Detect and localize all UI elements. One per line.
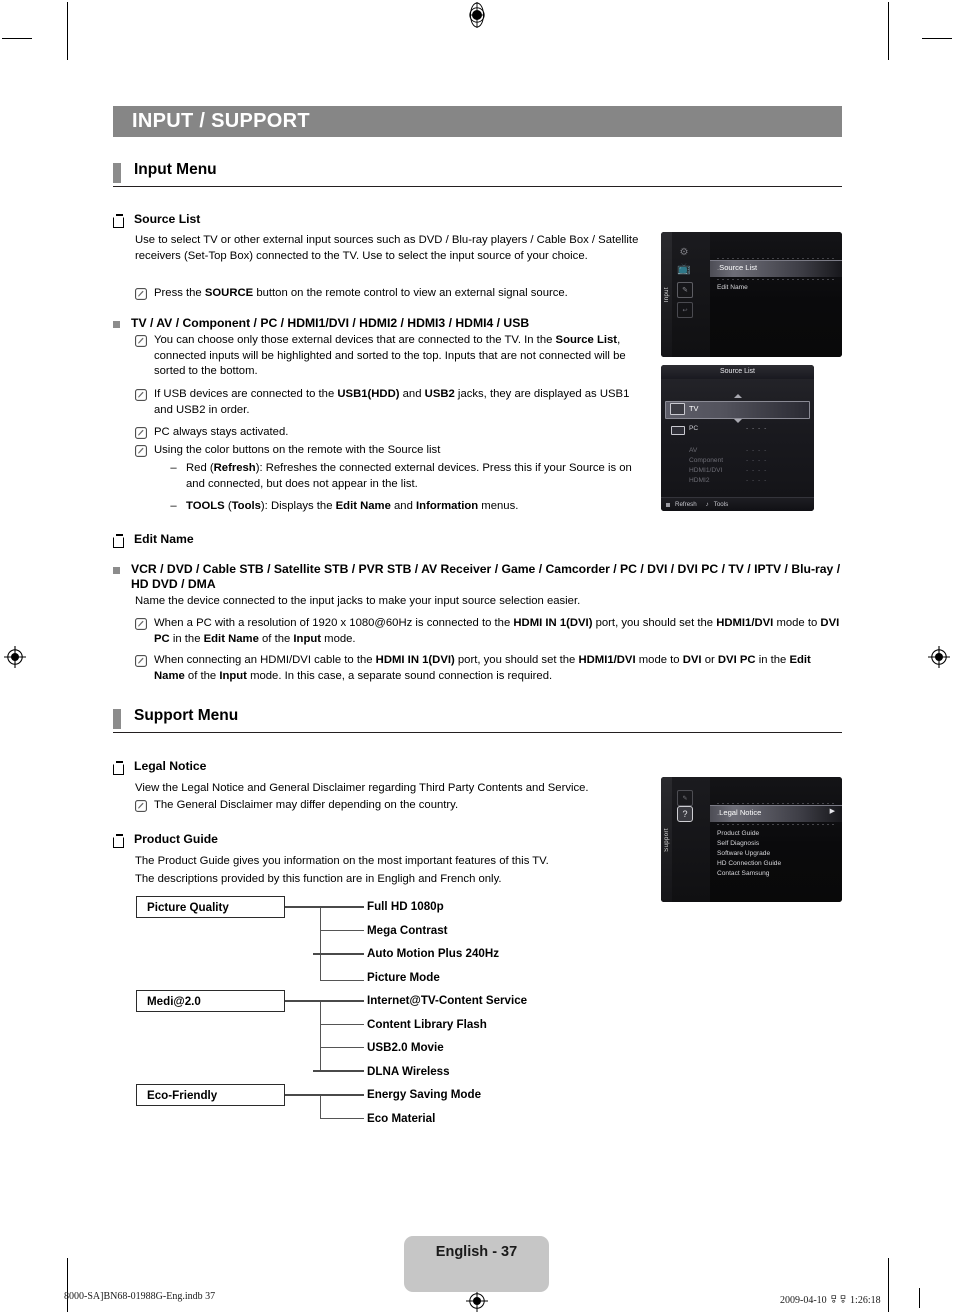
tree-leaf: DLNA Wireless: [367, 1065, 450, 1078]
tree-branch: [320, 980, 364, 982]
tree-group-label: Picture Quality: [147, 900, 229, 914]
tree-branch: [320, 930, 364, 932]
footer-divider: [919, 1288, 920, 1308]
tree-leaf: Picture Mode: [367, 971, 440, 984]
tree-leaf: Eco Material: [367, 1112, 436, 1125]
tree-leaf: Content Library Flash: [367, 1018, 487, 1031]
tree-spine: [320, 1094, 322, 1119]
tree-group-box-media20: Medi@2.0: [136, 990, 285, 1012]
footer-file-name: 8000-SA]BN68-01988G-Eng.indb 37: [64, 1291, 216, 1302]
tree-leaf: Energy Saving Mode: [367, 1088, 482, 1101]
tree-spine: [320, 906, 322, 981]
tree-branch: [320, 906, 364, 909]
page-number-label: English - 37: [435, 1244, 518, 1260]
tree-leaf: Auto Motion Plus 240Hz: [367, 947, 500, 960]
tree-spine: [320, 1000, 322, 1071]
tree-leaf: Full HD 1080p: [367, 900, 444, 913]
tree-group-label: Medi@2.0: [147, 994, 201, 1008]
tree-branch: [313, 1070, 364, 1073]
page-number-badge: English - 37: [404, 1236, 549, 1292]
tree-group-box-eco-friendly: Eco-Friendly: [136, 1084, 285, 1106]
tree-leaf: USB2.0 Movie: [367, 1041, 444, 1054]
tree-branch: [320, 1024, 364, 1026]
tree-branch: [313, 953, 364, 956]
tree-branch: [320, 1000, 364, 1003]
tree-group-label: Eco-Friendly: [147, 1088, 218, 1102]
footer-timestamp: 2009-04-10 ㅱㅱ 1:26:18: [780, 1295, 881, 1306]
tree-branch: [320, 1094, 364, 1097]
tree-group-box-picture-quality: Picture Quality: [136, 896, 285, 918]
manual-page: INPUT / SUPPORT Input Menu Source List U…: [0, 0, 954, 1315]
tree-leaf: Internet@TV-Content Service: [367, 994, 528, 1007]
product-guide-feature-tree: Picture Quality Full HD 1080p Mega Contr…: [0, 0, 954, 1315]
tree-leaf: Mega Contrast: [367, 924, 448, 937]
tree-branch: [320, 1047, 364, 1049]
tree-branch: [320, 1118, 364, 1120]
